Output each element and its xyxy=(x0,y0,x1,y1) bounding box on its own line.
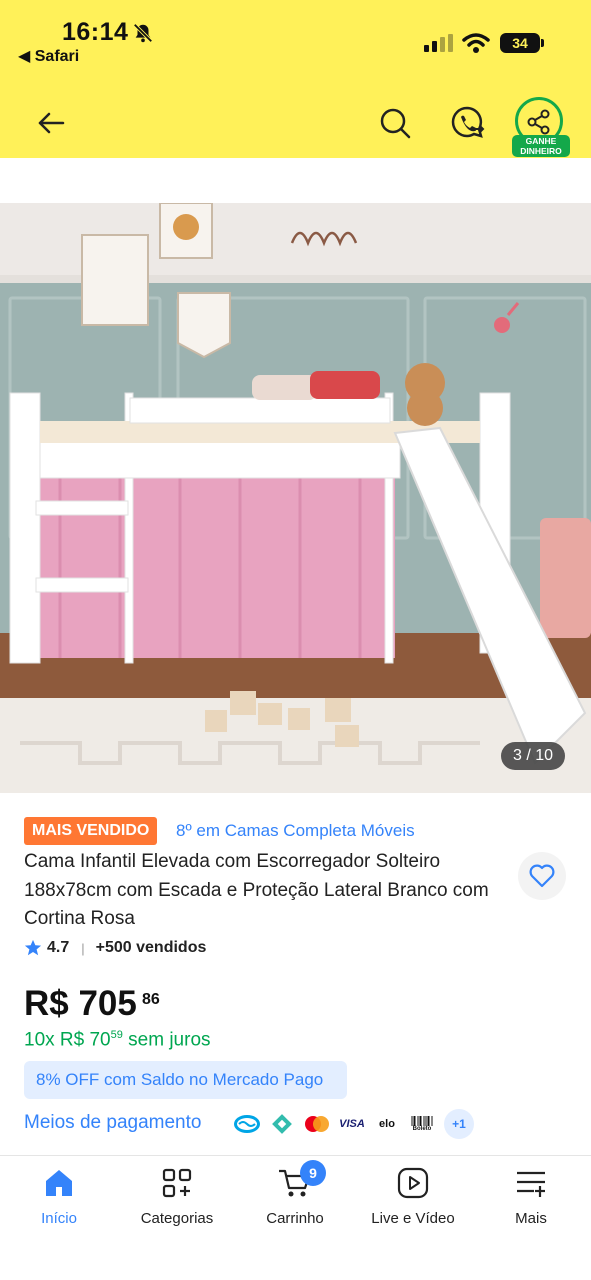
pix-icon xyxy=(267,1113,297,1135)
image-counter: 3 / 10 xyxy=(501,742,565,770)
price-cents: 86 xyxy=(142,991,160,1008)
app-header: 16:14 ◀ Safari 34 GANHE DINHEIRO xyxy=(0,0,591,158)
share-earn-button[interactable]: GANHE DINHEIRO xyxy=(512,97,570,159)
tab-home[interactable]: Início xyxy=(0,1166,118,1236)
battery-indicator: 34 xyxy=(500,33,540,53)
installments-cents: 59 xyxy=(110,1029,123,1041)
tab-cart[interactable]: 9 Carrinho xyxy=(236,1160,354,1236)
product-photo xyxy=(0,203,591,793)
mercado-pago-icon xyxy=(232,1113,262,1135)
back-arrow-icon[interactable] xyxy=(32,104,70,142)
product-title: Cama Infantil Elevada com Escorregador S… xyxy=(24,851,489,929)
play-icon xyxy=(397,1167,429,1199)
installments: 10x R$ 7059 sem juros xyxy=(24,1029,211,1051)
payment-methods-link[interactable]: Meios de pagamento xyxy=(24,1112,201,1134)
sold-count: +500 vendidos xyxy=(95,939,207,956)
signal-icon xyxy=(424,34,453,52)
tab-more-label: Mais xyxy=(515,1210,547,1227)
heart-icon xyxy=(529,864,555,888)
mercado-pago-promo[interactable]: 8% OFF com Saldo no Mercado Pago xyxy=(24,1061,347,1099)
tab-live-video[interactable]: Live e Vídeo xyxy=(354,1166,472,1236)
best-seller-badge: MAIS VENDIDO xyxy=(24,817,158,845)
tab-cart-label: Carrinho xyxy=(266,1210,324,1227)
category-rank-link[interactable]: 8º em Camas Completa Móveis xyxy=(176,821,415,841)
back-to-safari[interactable]: ◀ Safari xyxy=(18,46,79,66)
star-icon xyxy=(24,939,42,956)
rating-row[interactable]: 4.7 | +500 vendidos xyxy=(24,937,206,959)
favorite-button[interactable] xyxy=(518,852,566,900)
more-payment-methods[interactable]: +1 xyxy=(444,1109,474,1139)
rating-value: 4.7 xyxy=(47,939,70,956)
installments-prefix: 10x R$ 70 xyxy=(24,1029,111,1051)
menu-icon xyxy=(517,1171,545,1197)
payment-methods-icons[interactable]: VISA elo Boleto +1 xyxy=(232,1108,474,1140)
elo-icon: elo xyxy=(379,1118,395,1130)
bell-off-icon xyxy=(133,23,153,43)
whatsapp-share-icon[interactable] xyxy=(447,103,487,143)
tab-categories-label: Categorias xyxy=(140,1210,214,1227)
visa-icon: VISA xyxy=(339,1118,365,1130)
tab-home-label: Início xyxy=(41,1210,77,1227)
installments-suffix: sem juros xyxy=(122,1029,211,1051)
tab-more[interactable]: Mais xyxy=(472,1166,590,1236)
cart-count-badge: 9 xyxy=(300,1160,326,1186)
search-icon[interactable] xyxy=(376,104,414,142)
categories-icon xyxy=(162,1168,192,1198)
tab-categories[interactable]: Categorias xyxy=(118,1166,236,1236)
rating-separator: | xyxy=(81,940,85,956)
share-earn-badge: GANHE DINHEIRO xyxy=(512,135,570,157)
share-icon xyxy=(527,109,550,135)
tab-live-video-label: Live e Vídeo xyxy=(371,1210,455,1227)
price-main: R$ 705 xyxy=(24,984,137,1023)
bottom-navigation: Início Categorias 9 Carrinho Live e Víde… xyxy=(0,1155,591,1280)
wifi-icon xyxy=(462,33,490,53)
mastercard-icon xyxy=(302,1113,332,1135)
status-time: 16:14 xyxy=(62,18,129,46)
product-image-gallery[interactable]: 3 / 10 xyxy=(0,203,591,793)
boleto-label: Boleto xyxy=(412,1126,432,1132)
home-icon xyxy=(46,1170,72,1196)
battery-tip xyxy=(541,39,544,47)
boleto-icon: Boleto xyxy=(407,1113,437,1135)
